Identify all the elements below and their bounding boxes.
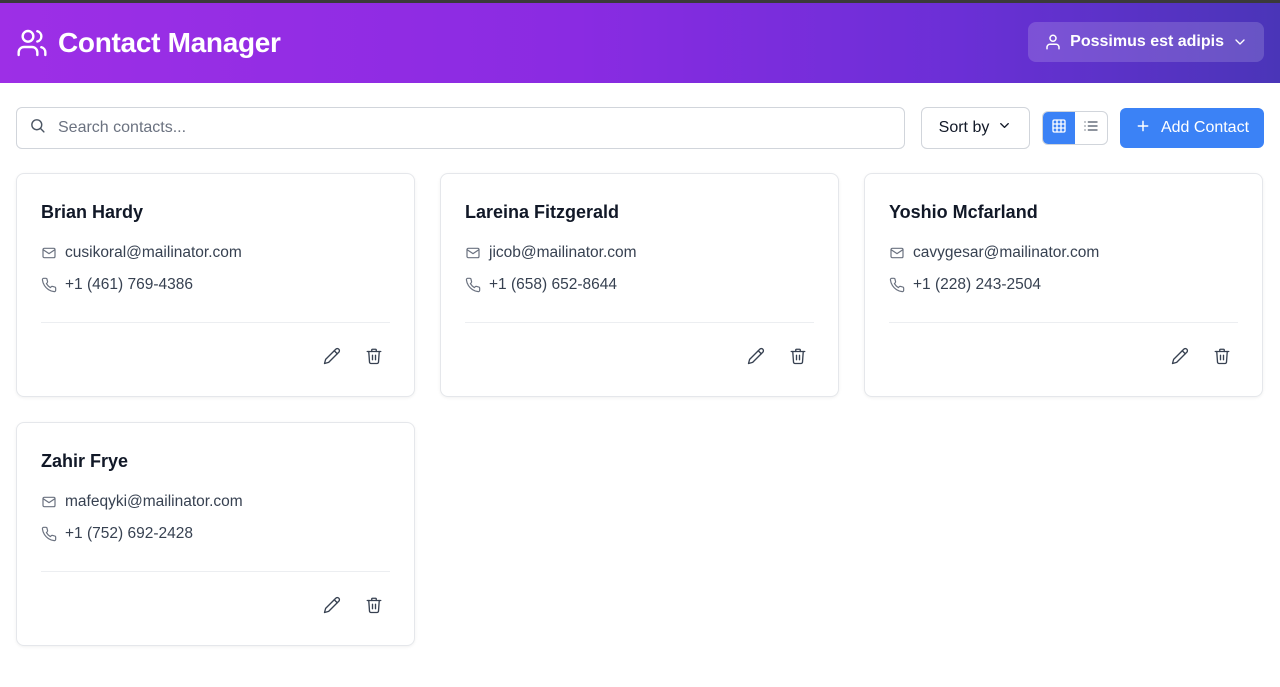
edit-button[interactable] (322, 346, 342, 366)
sort-dropdown[interactable]: Sort by (921, 107, 1030, 149)
app-title: Contact Manager (58, 27, 281, 58)
view-toggle (1042, 111, 1108, 145)
contact-card: Brian Hardy cusikoral@mailinator.com +1 … (16, 173, 415, 397)
search-icon (29, 117, 46, 139)
contact-email: mafeqyki@mailinator.com (65, 493, 243, 510)
pencil-icon (747, 347, 765, 365)
trash-icon (365, 596, 383, 614)
chevron-down-icon (997, 118, 1012, 138)
card-divider (41, 322, 390, 323)
contact-phone-row: +1 (658) 652-8644 (465, 276, 617, 294)
trash-icon (365, 347, 383, 365)
trash-icon (789, 347, 807, 365)
contact-email: cavygesar@mailinator.com (913, 244, 1100, 261)
contact-name: Yoshio Mcfarland (889, 202, 1038, 222)
toolbar: Sort by (16, 107, 1264, 149)
user-name: Possimus est adipis (1070, 33, 1224, 50)
contact-email: jicob@mailinator.com (489, 244, 637, 261)
card-divider (41, 571, 390, 572)
delete-button[interactable] (364, 595, 384, 615)
app-header: Contact Manager Possimus est adipis (0, 0, 1280, 83)
phone-icon (889, 277, 905, 293)
mail-icon (41, 245, 57, 261)
trash-icon (1213, 347, 1231, 365)
user-icon (1044, 33, 1062, 51)
delete-button[interactable] (364, 346, 384, 366)
card-divider (465, 322, 814, 323)
contact-email-row: cavygesar@mailinator.com (889, 244, 1099, 262)
contact-name: Brian Hardy (41, 202, 144, 222)
search-input[interactable] (58, 108, 904, 148)
grid-view-button[interactable] (1043, 112, 1075, 144)
grid-icon (1051, 118, 1067, 139)
card-divider (889, 322, 1238, 323)
contact-email: cusikoral@mailinator.com (65, 244, 242, 261)
contact-phone: +1 (461) 769-4386 (65, 276, 193, 293)
contact-email-row: cusikoral@mailinator.com (41, 244, 242, 262)
contact-name: Zahir Frye (41, 451, 129, 471)
edit-button[interactable] (746, 346, 766, 366)
edit-button[interactable] (1170, 346, 1190, 366)
contact-phone: +1 (658) 652-8644 (489, 276, 617, 293)
contact-phone: +1 (752) 692-2428 (65, 525, 193, 542)
card-actions (322, 346, 384, 366)
list-icon (1083, 118, 1099, 139)
pencil-icon (1171, 347, 1189, 365)
contact-card: Lareina Fitzgerald jicob@mailinator.com … (440, 173, 839, 397)
mail-icon (889, 245, 905, 261)
chevron-down-icon (1232, 34, 1248, 50)
users-icon (16, 27, 48, 59)
phone-icon (465, 277, 481, 293)
card-actions (1170, 346, 1232, 366)
contact-name: Lareina Fitzgerald (465, 202, 620, 222)
contact-phone-row: +1 (228) 243-2504 (889, 276, 1041, 294)
contact-phone: +1 (228) 243-2504 (913, 276, 1041, 293)
add-contact-label: Add Contact (1160, 119, 1250, 136)
search-box (16, 107, 905, 149)
contact-phone-row: +1 (461) 769-4386 (41, 276, 193, 294)
user-menu-button[interactable]: Possimus est adipis (1028, 22, 1264, 62)
pencil-icon (323, 596, 341, 614)
delete-button[interactable] (1212, 346, 1232, 366)
add-contact-button[interactable]: Add Contact (1120, 108, 1264, 148)
card-actions (322, 595, 384, 615)
plus-icon (1135, 118, 1151, 139)
delete-button[interactable] (788, 346, 808, 366)
phone-icon (41, 277, 57, 293)
contact-card: Yoshio Mcfarland cavygesar@mailinator.co… (864, 173, 1263, 397)
pencil-icon (323, 347, 341, 365)
contact-email-row: mafeqyki@mailinator.com (41, 493, 243, 511)
mail-icon (41, 494, 57, 510)
contact-phone-row: +1 (752) 692-2428 (41, 525, 193, 543)
contact-email-row: jicob@mailinator.com (465, 244, 637, 262)
card-actions (746, 346, 808, 366)
edit-button[interactable] (322, 595, 342, 615)
phone-icon (41, 526, 57, 542)
list-view-button[interactable] (1075, 112, 1107, 144)
brand: Contact Manager (16, 27, 281, 59)
contact-card: Zahir Frye mafeqyki@mailinator.com +1 (7… (16, 422, 415, 646)
sort-label: Sort by (938, 119, 990, 136)
mail-icon (465, 245, 481, 261)
